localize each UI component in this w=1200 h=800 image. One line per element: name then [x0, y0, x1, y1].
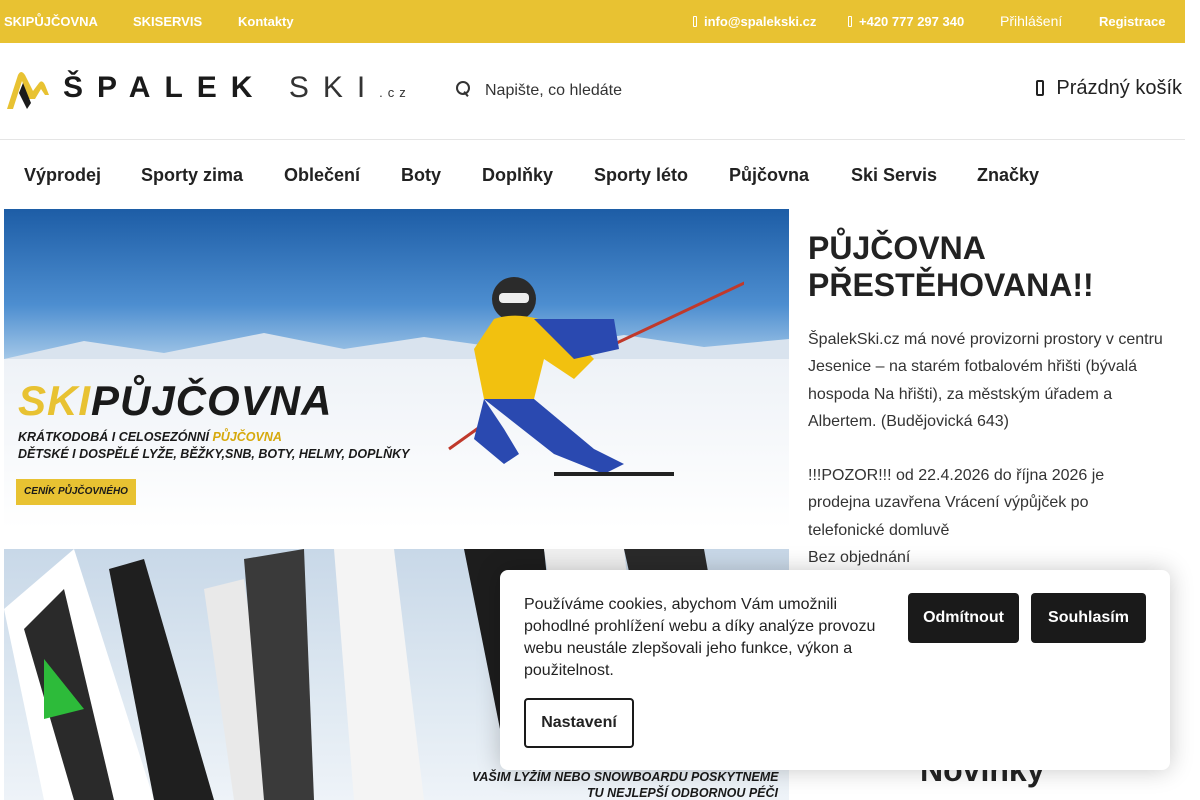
cookie-text: Používáme cookies, abychom Vám umožnili … [524, 596, 876, 679]
nav-item-pujcovna[interactable]: Půjčovna [729, 165, 809, 186]
banner-title-rest: PŮJČOVNA [91, 377, 333, 424]
news-paragraph-warning: !!!POZOR!!! od 22.4.2026 do října 2026 j… [808, 467, 1105, 539]
phone-text: +420 777 297 340 [859, 14, 965, 29]
search-input[interactable] [485, 79, 945, 103]
phone-icon [848, 16, 852, 27]
banner-subtitle-2: DĚTSKÉ I DOSPĚLÉ LYŽE, BĚŽKY,SNB, BOTY, … [18, 447, 410, 461]
search-bar [453, 73, 953, 109]
phone-link[interactable]: +420 777 297 340 [848, 14, 964, 29]
nav-item-vyprodej[interactable]: Výprodej [24, 165, 101, 186]
banner-subtitle-1a: KRÁTKODOBÁ I CELOSEZÓNNÍ [18, 430, 213, 444]
email-icon [693, 16, 697, 27]
skier-image [448, 277, 744, 476]
email-text: info@spalekski.cz [704, 14, 817, 29]
logo-domain: .cz [379, 85, 411, 100]
service-banner-line-1: VAŠIM LYŽÍM NEBO SNOWBOARDU POSKYTNEME [472, 770, 779, 784]
logo-text: ŠPALEK SKI.cz [63, 71, 411, 105]
banner-title: SKIPŮJČOVNA [18, 377, 332, 425]
site-logo[interactable]: ŠPALEK SKI.cz [5, 69, 406, 111]
rental-pricelist-button[interactable]: CENÍK PŮJČOVNÉHO [16, 479, 136, 505]
cookie-consent-dialog: Používáme cookies, abychom Vám umožnili … [500, 570, 1170, 770]
top-link-skiservis[interactable]: SKISERVIS [133, 14, 202, 29]
service-banner-line-2: TU NEJLEPŠÍ ODBORNOU PÉČI [587, 786, 778, 800]
nav-item-sporty-zima[interactable]: Sporty zima [141, 165, 243, 186]
cookie-accept-button[interactable]: Souhlasím [1031, 593, 1146, 643]
nav-item-boty[interactable]: Boty [401, 165, 441, 186]
nav-item-sporty-leto[interactable]: Sporty léto [594, 165, 688, 186]
logo-name: ŠPALEK [63, 71, 267, 104]
top-link-kontakty[interactable]: Kontakty [238, 14, 294, 29]
banner-subtitle-1: KRÁTKODOBÁ I CELOSEZÓNNÍ PŮJČOVNA [18, 430, 282, 444]
logo-suffix: SKI [288, 71, 380, 104]
top-bar: SKIPŮJČOVNA SKISERVIS Kontakty info@spal… [0, 0, 1185, 43]
nav-item-ski-servis[interactable]: Ski Servis [851, 165, 937, 186]
nav-item-znacky[interactable]: Značky [977, 165, 1039, 186]
logo-mountain-icon [7, 72, 49, 109]
cookie-decline-button[interactable]: Odmítnout [908, 593, 1019, 643]
main-navigation: Výprodej Sporty zima Oblečení Boty Doplň… [0, 141, 1185, 208]
news-heading: PŮJČOVNA PŘESTĚHOVANA!! [808, 230, 1094, 303]
top-link-skipujcovna[interactable]: SKIPŮJČOVNA [4, 14, 98, 29]
cart-label: Prázdný košík [1056, 77, 1182, 99]
nav-item-doplnky[interactable]: Doplňky [482, 165, 553, 186]
news-paragraph-location: ŠpalekSki.cz má nové provizorni prostory… [808, 331, 1163, 430]
cart-icon [1036, 80, 1045, 96]
search-icon[interactable] [456, 81, 470, 99]
nav-item-obleceni[interactable]: Oblečení [284, 165, 360, 186]
login-link[interactable]: Přihlášení [1000, 13, 1062, 29]
news-paragraph-no-order: Bez objednání [808, 549, 911, 566]
ski-rental-banner[interactable]: SKIPŮJČOVNA KRÁTKODOBÁ I CELOSEZÓNNÍ PŮJ… [4, 209, 789, 529]
site-header: ŠPALEK SKI.cz Prázdný košík [0, 43, 1185, 140]
cart-button[interactable]: Prázdný košík [1036, 77, 1182, 105]
banner-title-ski: SKI [18, 377, 92, 424]
email-link[interactable]: info@spalekski.cz [693, 14, 816, 29]
register-link[interactable]: Registrace [1099, 14, 1165, 29]
cookie-settings-button[interactable]: Nastavení [524, 698, 634, 748]
banner-subtitle-1b: PŮJČOVNA [212, 430, 282, 444]
